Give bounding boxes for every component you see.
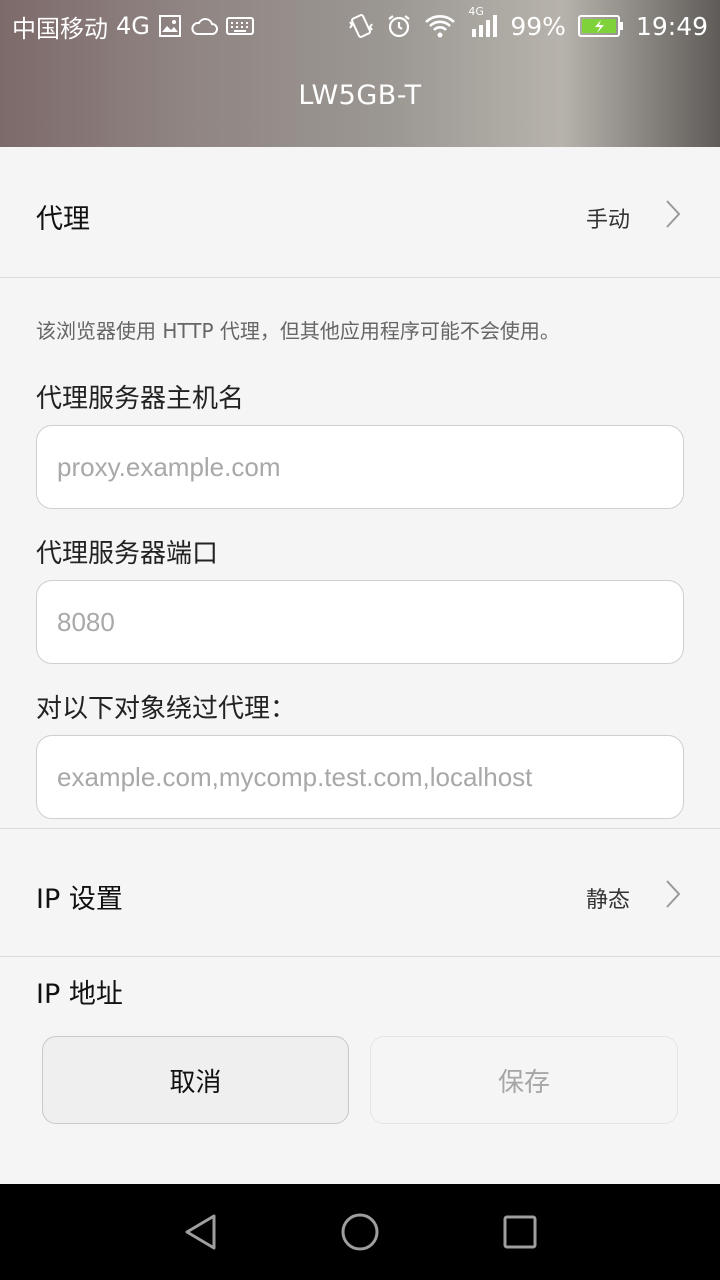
cloud-icon [190, 16, 218, 36]
keyboard-icon [225, 16, 254, 36]
carrier-name: 中国移动 [12, 14, 108, 43]
wifi-icon [424, 13, 456, 39]
bypass-input[interactable] [36, 735, 684, 819]
vibrate-icon [348, 12, 374, 40]
navigation-bar [0, 1184, 720, 1280]
page-title: LW5GB-T [298, 80, 422, 111]
network-type: 4G [116, 12, 150, 40]
alarm-icon [386, 13, 412, 39]
port-input[interactable] [36, 580, 684, 664]
battery-percent: 99% [510, 11, 566, 41]
divider [0, 277, 720, 278]
ip-settings-label: IP 设置 [36, 884, 123, 915]
cancel-button[interactable]: 取消 [42, 1036, 349, 1124]
proxy-value: 手动 [585, 208, 630, 233]
battery-charging-icon [577, 14, 624, 38]
proxy-setting-row[interactable]: 代理 手动 [0, 147, 720, 277]
proxy-label: 代理 [36, 204, 90, 235]
hostname-input[interactable] [36, 425, 684, 509]
signal-icon: 4G [468, 5, 498, 39]
ip-settings-value: 静态 [585, 888, 630, 913]
ip-settings-row[interactable]: IP 设置 静态 [0, 829, 720, 956]
chevron-right-icon [664, 879, 682, 913]
recents-icon[interactable] [500, 1212, 540, 1252]
clock: 19:49 [635, 11, 708, 41]
status-bar-right: 4G 99% 19:49 [348, 5, 708, 42]
divider [0, 956, 720, 957]
back-icon[interactable] [180, 1212, 220, 1252]
port-label: 代理服务器端口 [36, 539, 219, 569]
chevron-right-icon [664, 199, 682, 233]
gallery-icon [158, 14, 182, 38]
signal-network-label: 4G [468, 5, 484, 18]
status-bar: 中国移动 4G 4G 99% 19:49 [0, 0, 720, 52]
proxy-note: 该浏览器使用 HTTP 代理，但其他应用程序可能不会使用。 [36, 319, 560, 343]
app-header: 中国移动 4G 4G 99% 19:49 LW5GB-T [0, 0, 720, 147]
hostname-label: 代理服务器主机名 [36, 384, 245, 414]
ip-address-label: IP 地址 [36, 979, 123, 1010]
status-bar-left: 中国移动 4G [12, 10, 254, 43]
save-button[interactable]: 保存 [370, 1036, 678, 1124]
bypass-label: 对以下对象绕过代理： [36, 694, 297, 724]
home-icon[interactable] [340, 1212, 380, 1252]
